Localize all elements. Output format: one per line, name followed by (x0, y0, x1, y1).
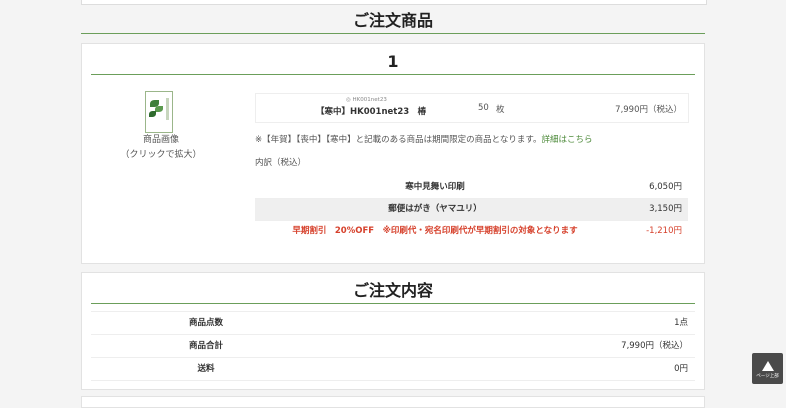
breakdown-value: 3,150円 (649, 204, 682, 214)
breakdown-title: 内訳（税込） (255, 158, 307, 168)
arrow-up-icon (761, 361, 774, 371)
item-index: 1 (387, 52, 399, 71)
discount-value: -1,210円 (646, 226, 682, 236)
summary-row-count: 商品点数 1点 (91, 311, 695, 335)
breakdown-value: 6,050円 (649, 182, 682, 192)
summary-value: 1点 (674, 318, 688, 328)
breakdown-label: 郵便はがき（ヤマユリ） (388, 204, 482, 214)
summary-value: 7,990円（税込） (621, 341, 688, 351)
next-section-edge (81, 396, 705, 408)
camellia-leaf-icon (149, 111, 156, 117)
back-to-top-label: ページ上部 (756, 374, 779, 379)
notice-text: ※【年賀】【喪中】【寒中】と記載のある商品は期間限定の商品となります。 (255, 135, 542, 145)
previous-section-edge (81, 0, 707, 5)
card-text-decoration (166, 98, 169, 120)
quantity-value: 50 (478, 103, 489, 113)
summary-row-shipping: 送料 0円 (91, 358, 695, 381)
breakdown-row-discount: 早期割引 20%OFF ※印刷代・宛名印刷代が早期割引の対象となります -1,2… (255, 221, 688, 242)
breakdown-row: 寒中見舞い印刷 6,050円 (255, 177, 688, 199)
order-summary-title: ご注文内容 (352, 281, 433, 300)
notice-details-link[interactable]: 詳細はこちら (542, 135, 593, 145)
summary-label: 商品合計 (188, 341, 223, 351)
seasonal-notice: ※【年賀】【喪中】【寒中】と記載のある商品は期間限定の商品となります。詳細はこち… (255, 133, 593, 145)
summary-value: 0円 (674, 364, 688, 374)
item-index-rule (91, 74, 695, 75)
breakdown-table: 寒中見舞い印刷 6,050円 郵便はがき（ヤマユリ） 3,150円 早期割引 2… (255, 177, 688, 242)
product-thumbnail[interactable] (145, 91, 173, 133)
discount-label: 早期割引 20%OFF ※印刷代・宛名印刷代が早期割引の対象となります (292, 226, 578, 236)
image-zoom-hint[interactable]: （クリックで拡大） (116, 148, 206, 163)
product-code: ◎ HK001net23 (346, 97, 387, 103)
order-item-card: 1 商品画像 （クリックで拡大） ◎ HK001net23 【寒中】HK001n… (81, 43, 705, 264)
camellia-leaf-icon (155, 106, 163, 112)
section-title-rule (81, 33, 705, 34)
breakdown-label: 寒中見舞い印刷 (405, 182, 465, 192)
back-to-top-button[interactable]: ページ上部 (752, 353, 783, 384)
summary-label: 商品点数 (188, 318, 223, 328)
product-name: 【寒中】HK001net23 椿 (316, 107, 427, 117)
breakdown-row: 郵便はがき（ヤマユリ） 3,150円 (255, 199, 688, 221)
summary-row-subtotal: 商品合計 7,990円（税込） (91, 335, 695, 358)
quantity-unit: 枚 (496, 105, 505, 115)
summary-label: 送料 (197, 364, 215, 374)
image-caption: 商品画像 (142, 135, 179, 145)
order-summary-card: ご注文内容 商品点数 1点 商品合計 7,990円（税込） 送料 0円 (81, 272, 705, 390)
section-title: ご注文商品 (352, 11, 433, 30)
product-row: ◎ HK001net23 【寒中】HK001net23 椿 50 枚 7,990… (255, 93, 689, 123)
order-summary-rule (91, 303, 695, 304)
item-price: 7,990円（税込） (615, 105, 682, 115)
order-summary-table: 商品点数 1点 商品合計 7,990円（税込） 送料 0円 (91, 311, 695, 381)
